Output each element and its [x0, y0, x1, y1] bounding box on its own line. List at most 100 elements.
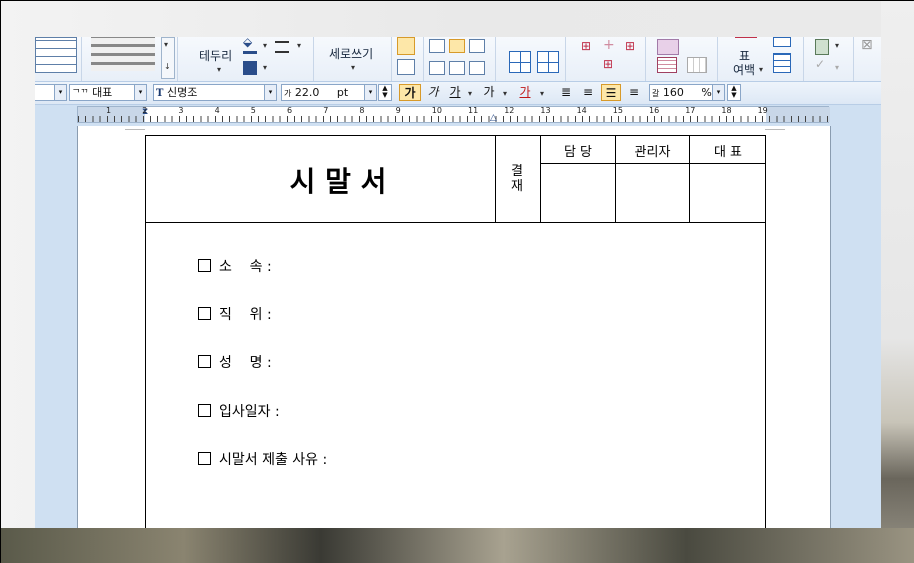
margin-line-icon [735, 37, 757, 38]
font-size-combo[interactable]: 가 22.0 pt ▾ [281, 84, 377, 101]
bold-button[interactable]: 가 [399, 84, 421, 101]
split-cells-icon[interactable] [509, 51, 531, 73]
table-margin-group: 표 여백 ▾ [723, 37, 804, 81]
align-bottom-icon[interactable] [397, 59, 415, 75]
align-left-bottom-icon[interactable] [429, 61, 445, 75]
field-label: 소 속 : [219, 259, 272, 275]
approval-label[interactable]: 결재 [509, 164, 525, 194]
table-grid-icon[interactable] [35, 37, 77, 73]
chevron-down-icon: ▾ [712, 85, 724, 100]
ruler-number: 3 [178, 106, 184, 115]
align-right-top-icon[interactable] [469, 39, 485, 53]
line-spacing-combo[interactable]: 갈 160 % ▾ [649, 84, 725, 101]
table-grid-group [35, 37, 82, 81]
cell-align-group [395, 37, 424, 81]
ruler-number: 6 [287, 106, 293, 115]
fill-color-icon[interactable]: ⬙ [243, 37, 257, 54]
merge-cells-icon[interactable] [537, 51, 559, 73]
line-spacing-spinner[interactable]: ▲ ▼ [727, 84, 741, 101]
align-left-button[interactable]: ≡ [579, 84, 597, 101]
align-right-button[interactable]: ≡ [625, 84, 643, 101]
ruler-number: 11 [468, 106, 479, 115]
margin-label[interactable]: 여백 [733, 61, 755, 78]
calculator-icon[interactable] [815, 39, 829, 55]
cell-split-group [501, 37, 566, 81]
plus-icon[interactable]: + [603, 37, 615, 53]
shade-dropdown-icon[interactable]: ▾ [263, 63, 267, 72]
cell-shade-icon[interactable] [243, 61, 257, 75]
align-right-bottom-icon[interactable] [469, 61, 485, 75]
ruler-number: 7 [323, 106, 329, 115]
ruler-ticks [78, 116, 828, 122]
approval-col-manager[interactable]: 담 당 [541, 141, 615, 160]
line-spacing-unit: % [701, 86, 712, 99]
chevron-down-icon: ▾ [364, 85, 376, 100]
insert-cell-icon[interactable]: ⊞ [603, 57, 613, 71]
line-style-icon[interactable] [275, 41, 289, 53]
underline-dropdown-icon[interactable]: ▾ [468, 89, 472, 98]
eraser-icon[interactable] [657, 39, 679, 55]
align-top-icon[interactable] [397, 37, 415, 55]
field-position[interactable]: 직 위 : [198, 304, 272, 324]
approval-col-admin[interactable]: 관리자 [616, 141, 689, 160]
justify-button[interactable]: ≣ [557, 84, 575, 101]
ruler-number: 16 [649, 106, 660, 115]
font-combo[interactable]: T 신명조 ▾ [153, 84, 277, 101]
field-department[interactable]: 소 속 : [198, 256, 272, 276]
chevron-down-icon: ▾ [264, 85, 276, 100]
style-combo[interactable]: ᄀᄁ 대표 ▾ [69, 84, 147, 101]
vertical-text-dropdown-icon[interactable]: ▾ [351, 63, 355, 72]
vertical-text-label[interactable]: 세로쓰기 [329, 45, 373, 62]
document-page[interactable]: 시 말 서 결재 담 당 관리자 대 표 소 속 : 직 위 : 성 명 : 입… [77, 126, 831, 528]
font-size-unit: pt [336, 86, 349, 99]
delete-column-icon[interactable] [687, 57, 707, 73]
divider [540, 163, 766, 164]
corner-mark [125, 129, 145, 130]
vertical-text-group: 세로쓰기 ▾ [319, 37, 392, 81]
close-table-icon[interactable]: ⊠ [861, 37, 877, 53]
align-left-top-icon[interactable] [429, 39, 445, 53]
align-center-bottom-icon[interactable] [449, 61, 465, 75]
calc-dropdown-icon[interactable]: ▾ [835, 41, 839, 50]
approval-col-ceo[interactable]: 대 표 [690, 141, 766, 160]
margin-dropdown-icon[interactable]: ▾ [759, 65, 763, 74]
corner-mark [765, 129, 785, 130]
chevron-down-icon: ▾ [134, 85, 146, 100]
insert-row-icon[interactable]: ⊞ [581, 39, 591, 53]
zoom-combo[interactable]: ▾ [35, 84, 67, 101]
font-color-button[interactable]: 가 [515, 84, 535, 101]
cell-height-icon[interactable] [773, 37, 791, 47]
align-center-button[interactable]: ☰ [601, 84, 621, 101]
document-title[interactable]: 시 말 서 [248, 160, 428, 200]
check-dropdown-icon[interactable]: ▾ [835, 63, 839, 72]
line-style-dropdown-icon[interactable]: ▾ [297, 41, 301, 50]
ruler-number: 19 [757, 106, 768, 115]
align-center-top-icon[interactable] [449, 39, 465, 53]
border-label[interactable]: 테두리 [199, 47, 232, 64]
horizontal-ruler[interactable]: ⧗ △ 1 2 3 4 5 6 7 8 9 10 11 12 13 14 15 16 17 18 19 [77, 106, 830, 123]
line-spacing-icon: 갈 [652, 89, 660, 98]
field-name[interactable]: 성 명 : [198, 352, 272, 372]
strike-button[interactable]: 가 [479, 84, 499, 101]
strike-dropdown-icon[interactable]: ▾ [503, 89, 507, 98]
font-color-dropdown-icon[interactable]: ▾ [540, 89, 544, 98]
font-size-spinner[interactable]: ▲ ▼ [378, 84, 392, 101]
font-size-value: 22.0 [294, 86, 320, 99]
right-indent-marker[interactable]: △ [490, 113, 497, 123]
field-hire-date[interactable]: 입사일자 : [198, 401, 280, 421]
cell-style-gallery-icon[interactable] [91, 37, 155, 71]
insert-column-icon[interactable]: ⊞ [625, 39, 635, 53]
delete-row-icon[interactable] [657, 57, 677, 73]
check-icon[interactable]: ✓ [815, 57, 825, 71]
ribbon-toolbar: ▾ ↓ 테두리 ▾ ⬙ ▾ ▾ ▾ 세로쓰기 ▾ ⊞ + ⊞ ⊞ 표 여백 ▾ … [35, 37, 881, 82]
gallery-scroll[interactable]: ▾ ↓ [161, 37, 175, 79]
border-dropdown-icon[interactable]: ▾ [217, 65, 221, 74]
equal-height-icon[interactable] [773, 53, 791, 73]
checkbox-icon [198, 307, 211, 320]
field-reason[interactable]: 시말서 제출 사유 : [198, 449, 327, 469]
italic-button[interactable]: 가 [423, 84, 443, 101]
fill-dropdown-icon[interactable]: ▾ [263, 41, 267, 50]
align-left-icon: ≡ [582, 85, 594, 99]
underline-button[interactable]: 가 [445, 84, 465, 101]
border-group: 테두리 ▾ ⬙ ▾ ▾ ▾ [183, 37, 314, 81]
